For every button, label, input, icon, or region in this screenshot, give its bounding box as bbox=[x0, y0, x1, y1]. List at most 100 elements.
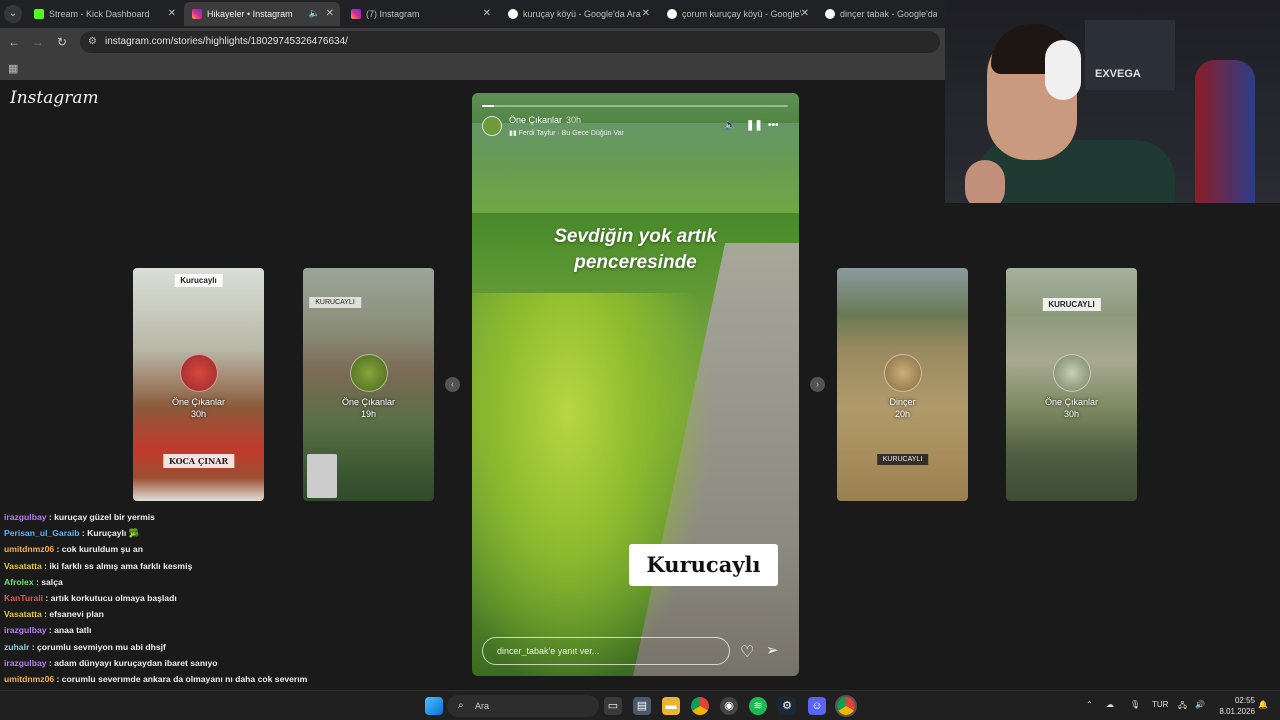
chat-text: cok kuruldum şu an bbox=[61, 544, 143, 555]
windows-taskbar: Ara ⌕ ▭ ▤ ▬ ◉ ≋ ⚙ ☺ ⌃ ☁ 🎙 TUR 🖧 🔊 02:55 … bbox=[0, 690, 1280, 720]
steam-icon[interactable]: ⚙ bbox=[778, 697, 796, 715]
obs-icon[interactable]: ◉ bbox=[720, 697, 738, 715]
system-clock[interactable]: 02:55 8.01.2026 bbox=[1215, 695, 1255, 717]
pause-icon[interactable]: ❚❚ bbox=[746, 120, 763, 131]
story-overlay-line-1: Sevdiğin yok artık bbox=[554, 226, 717, 247]
tab-instagram[interactable]: (7) Instagram ✕ bbox=[343, 2, 497, 26]
chat-username[interactable]: irazgulbay bbox=[4, 625, 47, 635]
tab-google-search-1[interactable]: kuruçay köyü - Google'da Ara ✕ bbox=[500, 2, 656, 26]
chrome-active-icon[interactable] bbox=[835, 695, 857, 717]
story-preview-left-1[interactable]: Kurucaylı Öne Çıkanlar 30h KOCA ÇINAR bbox=[133, 268, 264, 501]
tab-label: (7) Instagram bbox=[366, 9, 420, 19]
tab-close-icon[interactable]: ✕ bbox=[168, 8, 176, 19]
chat-username[interactable]: Vasatatta bbox=[4, 609, 42, 619]
site-info-icon[interactable]: ⚙ bbox=[88, 36, 97, 47]
apps-grid-icon[interactable]: ▦ bbox=[8, 62, 18, 75]
tab-close-icon[interactable]: ✕ bbox=[642, 8, 650, 19]
story-avatar bbox=[1052, 354, 1091, 392]
story-tag-top: KURUCAYLI bbox=[309, 297, 361, 308]
chat-message: irazgulbay : adam dünyayı kuruçaydan iba… bbox=[0, 658, 460, 674]
chat-username[interactable]: KanTurali bbox=[4, 593, 43, 603]
file-explorer-icon[interactable]: ▬ bbox=[662, 697, 680, 715]
windows-start-icon[interactable] bbox=[425, 697, 443, 715]
url-text: instagram.com/stories/highlights/1802974… bbox=[105, 36, 348, 47]
chat-text: Kuruçaylı 🥦 bbox=[87, 528, 140, 539]
tab-search-button[interactable]: ⌄ bbox=[4, 5, 22, 23]
main-story[interactable]: Öne Çıkanlar 30h ▮▮ Ferdi Tayfur · Bu Gec… bbox=[472, 93, 799, 676]
tray-overflow-chevron-icon[interactable]: ⌃ bbox=[1086, 700, 1093, 709]
network-icon[interactable]: 🖧 bbox=[1178, 700, 1187, 714]
story-owner[interactable]: Öne Çıkanlar 30h bbox=[509, 115, 581, 125]
chat-message: Afrolex : salça bbox=[0, 577, 460, 593]
previous-story-arrow-icon[interactable]: ‹ bbox=[445, 377, 460, 392]
story-reply-input[interactable] bbox=[482, 637, 730, 665]
story-avatar bbox=[349, 354, 388, 392]
tab-label: Hikayeler • Instagram bbox=[207, 9, 293, 19]
chat-message: KanTurali : artık korkutucu olmaya başla… bbox=[0, 593, 460, 609]
tab-instagram-stories[interactable]: Hikayeler • Instagram 🔈 ✕ bbox=[184, 2, 340, 26]
search-icon: ⌕ bbox=[458, 700, 464, 711]
forward-arrow-icon[interactable]: → bbox=[30, 34, 46, 50]
story-avatar bbox=[883, 354, 922, 392]
address-bar[interactable]: ⚙ instagram.com/stories/highlights/18029… bbox=[80, 31, 940, 53]
reload-icon[interactable]: ↻ bbox=[54, 34, 70, 50]
story-tag-bottom: KOCA ÇINAR bbox=[162, 454, 235, 468]
chat-separator: : bbox=[54, 544, 62, 555]
chat-text: çorumlu sevmiyon mu abi dhsjf bbox=[36, 641, 166, 652]
task-view-icon[interactable]: ▭ bbox=[604, 697, 622, 715]
tab-google-search-3[interactable]: dinçer tabak - Google'da Ara bbox=[817, 2, 945, 26]
instagram-logo[interactable]: Instagram bbox=[10, 88, 99, 108]
chat-message: umitdnmz06 : cok kuruldum şu an bbox=[0, 544, 460, 560]
send-paper-plane-icon[interactable]: ➢ bbox=[766, 641, 779, 659]
chat-separator: : bbox=[46, 512, 55, 522]
tab-close-icon[interactable]: ✕ bbox=[483, 8, 491, 19]
story-music-label: Ferdi Tayfur · Bu Gece Düğün Var bbox=[518, 130, 624, 137]
tab-kick-dashboard[interactable]: Stream - Kick Dashboard ✕ bbox=[26, 2, 182, 26]
chat-username[interactable]: irazgulbay bbox=[4, 512, 47, 522]
story-music[interactable]: ▮▮ Ferdi Tayfur · Bu Gece Düğün Var bbox=[509, 129, 624, 137]
chat-username[interactable]: Vasatatta bbox=[4, 561, 42, 571]
story-tag-top: KURUCAYLI bbox=[1042, 298, 1101, 311]
chat-username[interactable]: Perisan_ul_Garaib bbox=[4, 528, 79, 538]
chat-separator: : bbox=[54, 673, 62, 684]
next-story-arrow-icon[interactable]: › bbox=[810, 377, 825, 392]
chat-message: irazgulbay : anaa tatlı bbox=[0, 625, 460, 641]
back-arrow-icon[interactable]: ← bbox=[6, 34, 22, 50]
music-bars-icon: ▮▮ bbox=[509, 130, 519, 137]
story-overlay-text: Sevdiğin yok artık penceresinde bbox=[472, 224, 799, 276]
face-thumbnail bbox=[307, 454, 337, 498]
chat-text: corumlu severımde ankara da olmayanı nı … bbox=[61, 673, 308, 684]
chat-username[interactable]: umitdnmz06 bbox=[4, 674, 54, 684]
more-options-icon[interactable]: ••• bbox=[768, 120, 779, 131]
tab-close-icon[interactable]: ✕ bbox=[326, 8, 334, 19]
story-time: 30h bbox=[1063, 409, 1080, 419]
story-preview-right-1[interactable]: Dinçer 20h KURUCAYLI bbox=[837, 268, 968, 501]
volume-icon[interactable]: 🔊 bbox=[1195, 700, 1205, 709]
chat-username[interactable]: umitdnmz06 bbox=[4, 544, 54, 554]
store-icon[interactable]: ▤ bbox=[633, 697, 651, 715]
instagram-icon bbox=[351, 9, 361, 19]
story-time: 20h bbox=[894, 409, 911, 419]
story-user-name: Öne Çıkanlar bbox=[171, 397, 226, 407]
discord-icon[interactable]: ☺ bbox=[808, 697, 826, 715]
chat-message: Vasatatta : iki farklı ss almış ama fark… bbox=[0, 561, 460, 577]
taskbar-search-box[interactable]: Ara bbox=[447, 695, 599, 717]
onedrive-icon[interactable]: ☁ bbox=[1106, 700, 1114, 709]
like-heart-icon[interactable]: ♡ bbox=[740, 642, 754, 662]
story-preview-right-2[interactable]: KURUCAYLI Öne Çıkanlar 30h bbox=[1006, 268, 1137, 501]
spotify-icon[interactable]: ≋ bbox=[749, 697, 767, 715]
chrome-icon[interactable] bbox=[691, 697, 709, 715]
story-preview-left-2[interactable]: KURUCAYLI Öne Çıkanlar 19h bbox=[303, 268, 434, 501]
chat-username[interactable]: irazgulbay bbox=[4, 658, 47, 668]
story-owner-avatar[interactable] bbox=[482, 116, 502, 136]
chat-username[interactable]: Afrolex bbox=[4, 577, 34, 587]
chat-username[interactable]: zuhalr bbox=[4, 642, 29, 652]
instagram-icon bbox=[192, 9, 202, 19]
speaker-icon[interactable]: 🔈 bbox=[309, 8, 320, 19]
tab-google-search-2[interactable]: çorum kuruçay köyü - Google'd ✕ bbox=[659, 2, 815, 26]
tab-close-icon[interactable]: ✕ bbox=[801, 8, 809, 19]
notifications-icon[interactable]: 🔔 bbox=[1258, 700, 1268, 709]
language-indicator[interactable]: TUR bbox=[1152, 700, 1168, 709]
mute-icon[interactable]: 🔈 bbox=[724, 120, 736, 131]
microphone-icon[interactable]: 🎙 bbox=[1130, 700, 1140, 709]
